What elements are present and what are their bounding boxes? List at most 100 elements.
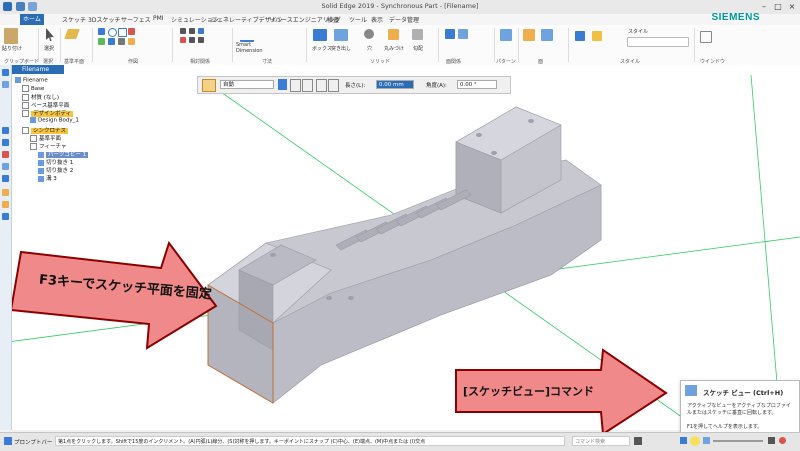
close-button[interactable]: × bbox=[786, 1, 798, 12]
hole-label: 穴 bbox=[367, 46, 373, 52]
tree-item-material[interactable]: 材質 (なし) bbox=[22, 93, 59, 101]
layers-icon[interactable] bbox=[2, 81, 9, 88]
tab-home[interactable]: ホーム bbox=[20, 14, 44, 25]
extrude-icon[interactable] bbox=[334, 29, 348, 41]
tree-label: Filename bbox=[23, 77, 48, 84]
pattern-icon[interactable] bbox=[500, 29, 512, 41]
length-input[interactable]: 0.00 mm bbox=[376, 80, 414, 89]
tree-item-cutout-2[interactable]: 切り抜き 2 bbox=[38, 166, 73, 174]
relate-icon-6[interactable] bbox=[198, 37, 204, 43]
sketch-view-button[interactable] bbox=[690, 436, 700, 446]
tooltip-body: アクティブなビューをアクティブなプロファイルまたはスケッチに垂直に回転します。 bbox=[687, 403, 791, 416]
line-tool-icon[interactable] bbox=[202, 79, 216, 92]
mode-dropdown[interactable]: 自動 bbox=[220, 80, 274, 89]
color-icon[interactable] bbox=[278, 79, 287, 90]
window-title: Solid Edge 2019 - Synchronous Part - [Fi… bbox=[321, 2, 479, 10]
tab-3dsketch[interactable]: 3Dスケッチ bbox=[88, 15, 120, 25]
view-icon[interactable] bbox=[2, 213, 9, 220]
group-relate: 相対関係 bbox=[190, 59, 211, 65]
face-icon-2[interactable] bbox=[541, 29, 553, 41]
key-icon[interactable] bbox=[2, 189, 9, 196]
prompt-icon bbox=[4, 437, 12, 445]
command-search-input[interactable]: コマンド検索 bbox=[572, 436, 630, 446]
group-dimension: 寸法 bbox=[262, 59, 273, 65]
box-icon[interactable] bbox=[313, 29, 327, 41]
tooltip-title: スケッチ ビュー (Ctrl+H) bbox=[703, 389, 784, 397]
tree-item-design-body-1[interactable]: Design Body_1 bbox=[30, 117, 79, 124]
length-label: 長さ(L): bbox=[345, 83, 366, 89]
offset-icon[interactable] bbox=[108, 38, 115, 45]
mirror-icon[interactable] bbox=[118, 38, 125, 45]
linestyle-icon[interactable] bbox=[290, 79, 301, 92]
smart-dimension-icon[interactable] bbox=[240, 28, 254, 42]
tab-view[interactable]: 表示 bbox=[371, 15, 383, 25]
face-relate-icon-2[interactable] bbox=[458, 29, 468, 39]
trim-icon[interactable] bbox=[98, 38, 105, 45]
tree-item-groove-3[interactable]: 溝 3 bbox=[38, 174, 57, 182]
library-icon[interactable] bbox=[2, 163, 9, 170]
relate-icon-5[interactable] bbox=[189, 37, 195, 43]
select-arrow-icon[interactable] bbox=[46, 28, 54, 41]
sensors-icon[interactable] bbox=[2, 139, 9, 146]
sketch-view-icon bbox=[685, 385, 697, 396]
search-icon[interactable] bbox=[2, 201, 9, 208]
tree-item-cutout-1[interactable]: 切り抜き 1 bbox=[38, 158, 73, 166]
tab-tools[interactable]: ツール bbox=[349, 15, 367, 25]
tree-item-base-planes[interactable]: ベース基準平面 bbox=[22, 101, 69, 109]
minimize-button[interactable]: – bbox=[758, 1, 770, 12]
siemens-logo: SIEMENS bbox=[711, 12, 760, 23]
tree-item-base[interactable]: Base bbox=[22, 85, 44, 92]
style-cube-icon-1[interactable] bbox=[575, 31, 585, 41]
style-cube-icon-2[interactable] bbox=[592, 31, 602, 41]
tab-sketch[interactable]: スケッチ bbox=[62, 15, 86, 25]
face-icon-1[interactable] bbox=[523, 29, 535, 41]
tree-item-part-copy[interactable]: パーツコピー 1 bbox=[38, 150, 89, 158]
round-icon[interactable] bbox=[388, 29, 399, 40]
face-relate-icon-1[interactable] bbox=[445, 29, 455, 39]
hole-icon[interactable] bbox=[364, 29, 374, 39]
group-pattern: パターン bbox=[496, 59, 516, 65]
pathfinder-icon[interactable] bbox=[2, 69, 9, 76]
arc-option-icon[interactable] bbox=[328, 79, 339, 92]
fit-icon[interactable] bbox=[768, 437, 775, 444]
errors-icon[interactable] bbox=[2, 151, 9, 158]
view-icon-1[interactable] bbox=[680, 437, 687, 444]
group-face: 面 bbox=[538, 59, 544, 65]
graphics-window[interactable]: F3キーでスケッチ平面を固定 [スケッチビュー]コマンド bbox=[11, 65, 800, 436]
relate-icon-4[interactable] bbox=[180, 37, 186, 43]
relate-icon-2[interactable] bbox=[189, 28, 195, 34]
parts-icon[interactable] bbox=[2, 175, 9, 182]
group-face-relate: 面関係 bbox=[446, 59, 462, 65]
tab-pmi[interactable]: PMI bbox=[153, 15, 164, 25]
angle-input[interactable]: 0.00 ° bbox=[457, 80, 497, 89]
arc-icon[interactable] bbox=[128, 28, 135, 35]
line-icon[interactable] bbox=[98, 28, 105, 35]
tree-item-features[interactable]: フィーチャ bbox=[30, 142, 66, 150]
tree-item-synchronous[interactable]: シンクロナス bbox=[22, 126, 69, 134]
tree-item-file[interactable]: Filename bbox=[15, 77, 48, 84]
search-button-icon[interactable] bbox=[634, 437, 642, 445]
tab-surface[interactable]: サーフェス bbox=[121, 15, 151, 25]
line-option-icon[interactable] bbox=[316, 79, 327, 92]
paste-icon[interactable] bbox=[4, 28, 18, 44]
point-icon[interactable] bbox=[128, 38, 135, 45]
rectangle-icon[interactable] bbox=[118, 28, 127, 37]
lineweight-icon[interactable] bbox=[302, 79, 313, 92]
style-dropdown[interactable] bbox=[627, 37, 689, 47]
plane-icon[interactable] bbox=[64, 29, 80, 39]
record-icon[interactable] bbox=[779, 437, 786, 444]
zoom-slider[interactable] bbox=[713, 440, 763, 442]
pathfinder-tab[interactable]: Filename bbox=[12, 65, 64, 74]
relate-icon-1[interactable] bbox=[180, 28, 186, 34]
window-icon[interactable] bbox=[700, 31, 712, 43]
maximize-button[interactable]: □ bbox=[772, 1, 784, 12]
features-icon[interactable] bbox=[2, 127, 9, 134]
circle-icon[interactable] bbox=[108, 28, 117, 37]
relate-icon-3[interactable] bbox=[198, 28, 204, 34]
view-icon-2[interactable] bbox=[703, 437, 710, 444]
tab-data[interactable]: データ管理 bbox=[389, 15, 419, 25]
tab-inspect[interactable]: 検査 bbox=[327, 15, 339, 25]
tree-item-design-body[interactable]: デザインボディ bbox=[22, 109, 74, 117]
tree-item-ref-planes[interactable]: 基準平面 bbox=[30, 134, 61, 142]
draft-icon[interactable] bbox=[412, 29, 423, 40]
